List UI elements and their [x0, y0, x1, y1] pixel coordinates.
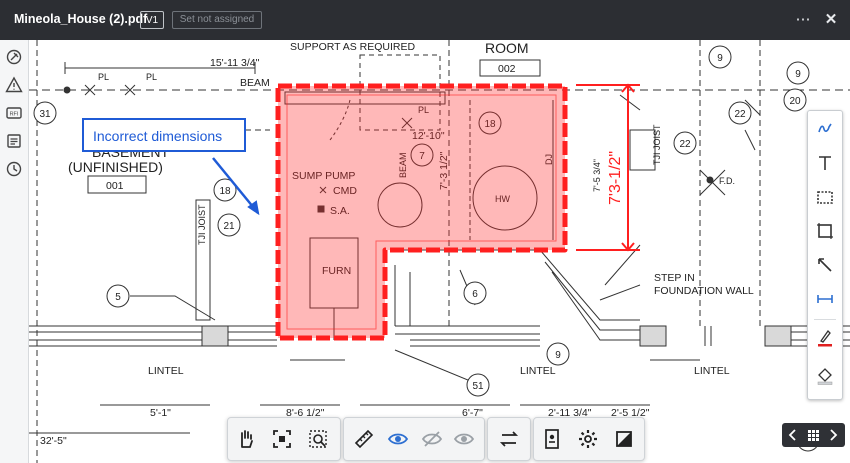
tag-number: 9 [555, 350, 561, 361]
set-status-chip[interactable]: Set not assigned [172, 11, 262, 29]
arrow-icon[interactable] [813, 253, 837, 277]
version-badge[interactable]: V1 [140, 11, 164, 29]
compare-icon[interactable] [497, 427, 521, 451]
ruler-icon[interactable] [352, 427, 376, 451]
file-title: Mineola_House (2).pdf [14, 12, 148, 26]
drawing-label: 32'-5" [40, 435, 67, 447]
list-icon[interactable] [5, 132, 23, 150]
tag-number: 21 [223, 221, 235, 232]
tag-number: 22 [734, 109, 746, 120]
drawing-label: ROOM [485, 40, 529, 56]
freehand-icon[interactable] [813, 117, 837, 141]
close-button[interactable]: ✕ [820, 9, 842, 31]
more-options-button[interactable]: ⋯ [792, 9, 814, 31]
fit-view-icon[interactable] [270, 427, 294, 451]
page-navigator [782, 423, 845, 447]
eye-slash-icon[interactable] [420, 427, 444, 451]
eye-icon[interactable] [386, 427, 410, 451]
top-bar: Mineola_House (2).pdf V1 Set not assigne… [0, 0, 850, 40]
fill-icon[interactable] [813, 363, 837, 387]
drawing-label: PL [146, 72, 157, 82]
tag-number: 6 [472, 289, 478, 300]
drawing-label: F.D. [719, 176, 735, 186]
drawing-label: PL [98, 72, 109, 82]
svg-text:RFI: RFI [10, 112, 19, 118]
divider [814, 319, 836, 320]
drawing-label: (UNFINISHED) [68, 159, 163, 175]
pen-color-icon[interactable] [813, 325, 837, 349]
floor-plan-drawing: SUPPORT AS REQUIRED ROOM 002 15'-11 3/4"… [29, 40, 850, 463]
drawing-label: LINTEL [148, 365, 184, 377]
drawing-label: LINTEL [520, 365, 556, 377]
drawing-label: 15'-11 3/4" [210, 57, 260, 69]
drawing-label: STEP IN [654, 272, 695, 284]
view-toolbar [533, 417, 645, 461]
warning-icon[interactable] [5, 76, 23, 94]
callout-markup[interactable]: Incorrect dimensions [82, 118, 246, 152]
grid-icon[interactable] [804, 423, 822, 447]
navigation-toolbar [227, 417, 341, 461]
dimension-markup-text: 7'3-1/2" [607, 151, 624, 205]
history-icon[interactable] [5, 160, 23, 178]
chevron-left-icon[interactable] [784, 423, 802, 447]
drawing-label: LINTEL [694, 365, 730, 377]
drawing-label: 001 [106, 180, 124, 192]
gear-icon[interactable] [576, 427, 600, 451]
measure-icon[interactable] [813, 287, 837, 311]
tag-number: 9 [795, 69, 801, 80]
cloud-icon[interactable] [813, 185, 837, 209]
drawing-label: BEAM [240, 77, 270, 89]
markup-toolbar [807, 110, 843, 400]
revision-cloud[interactable] [275, 83, 568, 341]
pin-icon[interactable] [5, 48, 23, 66]
hand-icon[interactable] [234, 427, 258, 451]
drawing-label: TJI JOIST [652, 124, 662, 165]
tag-number: 9 [717, 53, 723, 64]
drawing-label: FOUNDATION WALL [654, 285, 754, 297]
tag-number: 22 [679, 139, 691, 150]
drawing-label: TJI JOIST [197, 204, 207, 245]
drawing-label: 5'-1" [150, 407, 171, 419]
tag-number: 18 [219, 186, 231, 197]
chevron-right-icon[interactable] [824, 423, 842, 447]
properties-icon[interactable] [540, 427, 564, 451]
fullscreen-icon[interactable] [612, 427, 636, 451]
tag-number: 51 [472, 381, 484, 392]
rfi-icon[interactable]: RFI [5, 104, 23, 122]
text-icon[interactable] [813, 151, 837, 175]
drawing-label: SUPPORT AS REQUIRED [290, 41, 415, 53]
drawing-label: 7'-5 3/4" [592, 159, 602, 192]
tag-number: 31 [39, 109, 51, 120]
tag-number: 20 [789, 96, 801, 107]
eye-off-icon[interactable] [452, 427, 476, 451]
rectangle-icon[interactable] [813, 219, 837, 243]
drawing-canvas[interactable]: SUPPORT AS REQUIRED ROOM 002 15'-11 3/4"… [29, 40, 850, 463]
markup-visibility-toolbar [343, 417, 485, 461]
compare-toolbar [487, 417, 531, 461]
left-rail: RFI [0, 40, 29, 463]
zoom-area-icon[interactable] [306, 427, 330, 451]
tag-number: 5 [115, 292, 121, 303]
drawing-label: 002 [498, 63, 516, 75]
callout-text: Incorrect dimensions [93, 128, 223, 144]
